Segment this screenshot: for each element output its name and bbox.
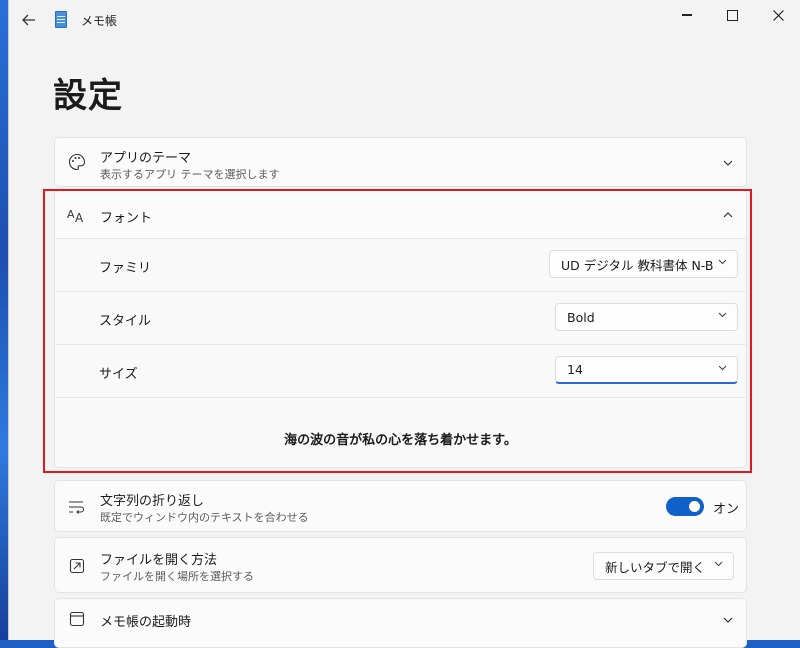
close-icon	[772, 9, 784, 21]
palette-icon	[67, 152, 87, 172]
word-wrap-subtitle: 既定でウィンドウ内のテキストを合わせる	[100, 511, 309, 524]
svg-text:A: A	[67, 208, 75, 221]
back-arrow-icon	[22, 14, 35, 26]
svg-text:A: A	[75, 211, 84, 223]
font-family-value: UD デジタル 教科書体 N-B	[561, 257, 714, 273]
open-file-value: 新しいタブで開く	[605, 559, 706, 575]
font-header[interactable]: AA フォント	[55, 191, 746, 239]
open-file-title: ファイルを開く方法	[100, 553, 218, 568]
open-file-dropdown[interactable]: 新しいタブで開く	[593, 552, 734, 580]
close-button[interactable]	[755, 0, 800, 30]
font-size-label: サイズ	[99, 367, 138, 382]
word-wrap-icon	[67, 497, 87, 517]
font-style-value: Bold	[567, 309, 595, 325]
chevron-down-icon[interactable]	[720, 155, 736, 171]
startup-card[interactable]: メモ帳の起動時	[54, 598, 747, 648]
font-style-label: スタイル	[99, 314, 152, 329]
chevron-down-icon[interactable]	[720, 612, 736, 628]
word-wrap-card: 文字列の折り返し 既定でウィンドウ内のテキストを合わせる オン	[54, 480, 747, 532]
startup-title: メモ帳の起動時	[100, 615, 192, 630]
font-size-value: 14	[567, 362, 583, 377]
font-family-row: ファミリ UD デジタル 教科書体 N-B	[55, 239, 746, 292]
font-preview-text: 海の波の音が私の心を落ち着かせます。	[284, 433, 517, 448]
chevron-down-icon	[718, 310, 727, 321]
notepad-app-icon	[55, 11, 67, 28]
chevron-down-icon	[714, 559, 723, 570]
font-title: フォント	[100, 211, 153, 226]
maximize-icon	[726, 9, 738, 21]
font-size-dropdown[interactable]: 14	[555, 356, 738, 384]
font-style-dropdown[interactable]: Bold	[555, 303, 738, 331]
font-family-dropdown[interactable]: UD デジタル 教科書体 N-B	[549, 250, 738, 278]
open-file-subtitle: ファイルを開く場所を選択する	[100, 570, 254, 583]
theme-title: アプリのテーマ	[100, 151, 192, 166]
open-file-icon	[67, 556, 87, 576]
startup-icon	[67, 609, 87, 629]
chevron-down-icon	[718, 363, 727, 374]
maximize-button[interactable]	[709, 0, 755, 30]
chevron-down-icon	[718, 257, 727, 268]
font-family-label: ファミリ	[99, 261, 152, 276]
back-button[interactable]	[15, 8, 43, 32]
minimize-icon	[682, 14, 692, 16]
minimize-button[interactable]	[664, 0, 710, 30]
title-bar: メモ帳	[9, 0, 800, 40]
word-wrap-toggle[interactable]	[666, 497, 704, 516]
font-style-row: スタイル Bold	[55, 292, 746, 345]
font-size-row: サイズ 14	[55, 345, 746, 398]
chevron-up-icon[interactable]	[720, 207, 736, 223]
open-file-card: ファイルを開く方法 ファイルを開く場所を選択する 新しいタブで開く	[54, 537, 747, 593]
theme-subtitle: 表示するアプリ テーマを選択します	[100, 168, 280, 181]
notepad-window: メモ帳 設定 アプリのテーマ 表示するアプリ テーマを選択します AA フォント	[8, 0, 800, 648]
font-setting-card: AA フォント ファミリ UD デジタル 教科書体 N-B スタイル Bold …	[54, 190, 747, 468]
word-wrap-title: 文字列の折り返し	[100, 494, 205, 509]
page-title: 設定	[53, 76, 123, 116]
word-wrap-toggle-label: オン	[713, 502, 740, 517]
app-title: メモ帳	[81, 14, 118, 28]
font-icon: AA	[67, 205, 87, 225]
theme-setting-card[interactable]: アプリのテーマ 表示するアプリ テーマを選択します	[54, 137, 747, 187]
